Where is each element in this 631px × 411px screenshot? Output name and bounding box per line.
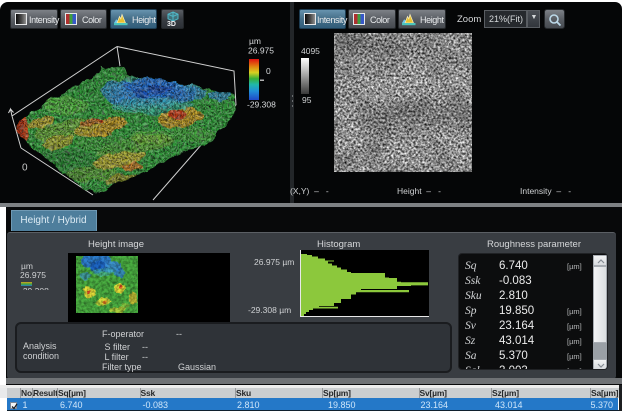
svg-text:0: 0: [22, 163, 28, 174]
svg-text:0: 0: [266, 66, 271, 76]
svg-text:µm: µm: [249, 36, 261, 46]
svg-text:26.975: 26.975: [248, 46, 274, 56]
svg-text:-29.308: -29.308: [247, 100, 276, 110]
